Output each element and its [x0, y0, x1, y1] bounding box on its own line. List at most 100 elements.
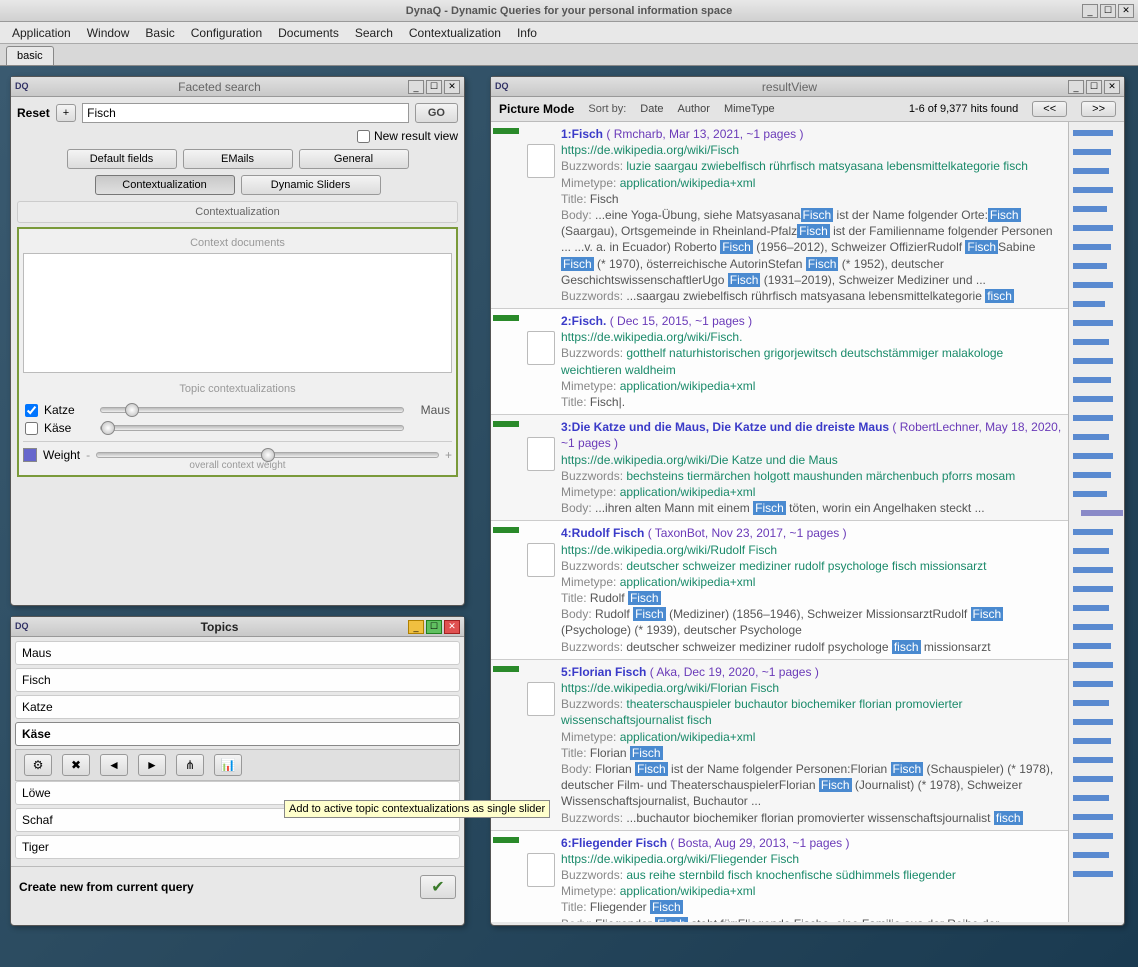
picture-mode-label[interactable]: Picture Mode — [499, 102, 574, 116]
slider-kaese-checkbox[interactable] — [25, 422, 38, 435]
document-icon — [527, 853, 555, 887]
relevance-bar — [493, 126, 519, 304]
sort-mimetype[interactable]: MimeType — [724, 103, 775, 115]
dynamic-sliders-button[interactable]: Dynamic Sliders — [241, 175, 381, 195]
reset-label[interactable]: Reset — [17, 106, 50, 120]
result-url: https://de.wikipedia.org/wiki/Fliegender… — [561, 851, 1062, 867]
search-input[interactable] — [82, 103, 409, 123]
weight-label: Weight — [43, 448, 80, 462]
dq-logo-icon: DQ — [495, 81, 511, 93]
slider-katze-checkbox[interactable] — [25, 404, 38, 417]
topics-footer-label: Create new from current query — [19, 880, 194, 894]
menu-search[interactable]: Search — [347, 24, 401, 42]
result-meta: ( Rmcharb, Mar 13, 2021, ~1 pages ) — [606, 127, 803, 141]
result-title: 4:Rudolf Fisch — [561, 526, 644, 540]
contextualization-box: Context documents Topic contextualizatio… — [17, 227, 458, 477]
result-url: https://de.wikipedia.org/wiki/Die Katze … — [561, 452, 1062, 468]
topic-item[interactable]: Tiger — [15, 835, 460, 859]
menu-contextualization[interactable]: Contextualization — [401, 24, 509, 42]
general-button[interactable]: General — [299, 149, 409, 169]
hits-label: 1-6 of 9,377 hits found — [909, 103, 1018, 115]
menu-documents[interactable]: Documents — [270, 24, 347, 42]
context-docs-area[interactable] — [23, 253, 452, 373]
topics-panel: DQ Topics _ ☐ ✕ MausFischKatzeKäse⚙✖◄►⋔📊… — [10, 616, 465, 926]
topic-toolbar: ⚙ ✖ ◄ ► ⋔ 📊 — [15, 749, 460, 781]
result-item[interactable]: 2:Fisch. ( Dec 15, 2015, ~1 pages )https… — [491, 309, 1068, 415]
minimize-button[interactable]: _ — [1082, 4, 1098, 18]
chart-icon[interactable]: 📊 — [214, 754, 242, 776]
result-title: 1:Fisch — [561, 127, 603, 141]
document-icon — [527, 331, 555, 365]
result-title: 5:Florian Fisch — [561, 665, 646, 679]
menu-basic[interactable]: Basic — [137, 24, 182, 42]
result-item[interactable]: 3:Die Katze und die Maus, Die Katze und … — [491, 415, 1068, 521]
close-button[interactable]: ✕ — [1118, 4, 1134, 18]
relevance-bar — [493, 835, 519, 922]
result-item[interactable]: 1:Fisch ( Rmcharb, Mar 13, 2021, ~1 page… — [491, 122, 1068, 309]
topics-close-button[interactable]: ✕ — [444, 620, 460, 634]
weight-slider[interactable] — [96, 452, 439, 458]
result-close-button[interactable]: ✕ — [1104, 80, 1120, 94]
menu-info[interactable]: Info — [509, 24, 545, 42]
results-rail — [1068, 122, 1124, 922]
new-result-view-label: New result view — [374, 129, 458, 143]
result-item[interactable]: 4:Rudolf Fisch ( TaxonBot, Nov 23, 2017,… — [491, 521, 1068, 660]
topics-list: MausFischKatzeKäse⚙✖◄►⋔📊LöweSchafTiger — [11, 637, 464, 866]
slider-katze-maus[interactable] — [100, 407, 404, 413]
topics-title: Topics — [31, 620, 408, 634]
document-icon — [527, 437, 555, 471]
slider-maus-label: Maus — [410, 403, 450, 417]
tab-basic[interactable]: basic — [6, 46, 54, 65]
emails-button[interactable]: EMails — [183, 149, 293, 169]
topics-maximize-button[interactable]: ☐ — [426, 620, 442, 634]
menubar: Application Window Basic Configuration D… — [0, 22, 1138, 44]
result-title: 6:Fliegender Fisch — [561, 836, 667, 850]
slider-kaese[interactable] — [100, 425, 404, 431]
faceted-title: Faceted search — [31, 80, 408, 94]
relevance-bar — [493, 525, 519, 655]
result-item[interactable]: 6:Fliegender Fisch ( Bosta, Aug 29, 2013… — [491, 831, 1068, 922]
panel-close-button[interactable]: ✕ — [444, 80, 460, 94]
topics-minimize-button[interactable]: _ — [408, 620, 424, 634]
slider-kaese-label: Käse — [44, 421, 94, 435]
sort-date[interactable]: Date — [640, 103, 663, 115]
delete-icon[interactable]: ✖ — [62, 754, 90, 776]
add-term-button[interactable]: + — [56, 104, 76, 122]
topic-item[interactable]: Maus — [15, 641, 460, 665]
new-result-view-checkbox[interactable] — [357, 130, 370, 143]
result-meta: ( TaxonBot, Nov 23, 2017, ~1 pages ) — [648, 526, 847, 540]
relevance-bar — [493, 419, 519, 516]
contextualization-header: Contextualization — [18, 202, 457, 222]
next-page-button[interactable]: >> — [1081, 101, 1116, 117]
results-list[interactable]: 1:Fisch ( Rmcharb, Mar 13, 2021, ~1 page… — [491, 122, 1068, 922]
split-icon[interactable]: ⋔ — [176, 754, 204, 776]
sort-by-label: Sort by: — [588, 103, 626, 115]
result-minimize-button[interactable]: _ — [1068, 80, 1084, 94]
result-maximize-button[interactable]: ☐ — [1086, 80, 1102, 94]
topic-item[interactable]: Fisch — [15, 668, 460, 692]
topic-ctx-label: Topic contextualizations — [23, 379, 452, 399]
menu-configuration[interactable]: Configuration — [183, 24, 270, 42]
range-slider-icon[interactable]: ► — [138, 754, 166, 776]
result-item[interactable]: 5:Florian Fisch ( Aka, Dec 19, 2020, ~1 … — [491, 660, 1068, 831]
panel-maximize-button[interactable]: ☐ — [426, 80, 442, 94]
go-button[interactable]: GO — [415, 103, 458, 123]
result-title: resultView — [511, 80, 1068, 94]
single-slider-icon[interactable]: ◄ — [100, 754, 128, 776]
menu-application[interactable]: Application — [4, 24, 79, 42]
sort-author[interactable]: Author — [678, 103, 710, 115]
maximize-button[interactable]: ☐ — [1100, 4, 1116, 18]
settings-icon[interactable]: ⚙ — [24, 754, 52, 776]
context-docs-label: Context documents — [23, 233, 452, 253]
prev-page-button[interactable]: << — [1032, 101, 1067, 117]
menu-window[interactable]: Window — [79, 24, 138, 42]
create-topic-button[interactable]: ✔ — [420, 875, 456, 899]
contextualization-button[interactable]: Contextualization — [95, 175, 235, 195]
tooltip: Add to active topic contextualizations a… — [284, 800, 550, 818]
default-fields-button[interactable]: Default fields — [67, 149, 177, 169]
result-url: https://de.wikipedia.org/wiki/Rudolf Fis… — [561, 542, 1062, 558]
result-url: https://de.wikipedia.org/wiki/Fisch — [561, 142, 1062, 158]
topic-item[interactable]: Käse — [15, 722, 460, 746]
topic-item[interactable]: Katze — [15, 695, 460, 719]
panel-minimize-button[interactable]: _ — [408, 80, 424, 94]
